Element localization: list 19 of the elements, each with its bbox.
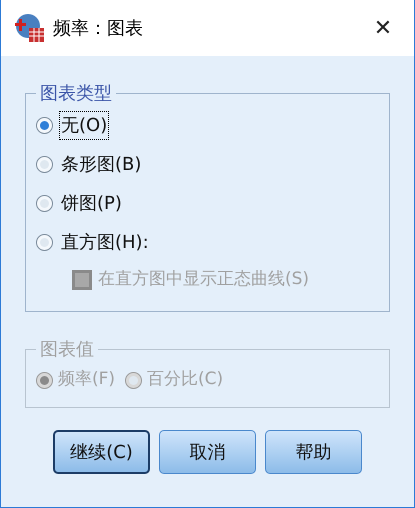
option-label: 频率(F) (58, 368, 116, 392)
group-title: 图表值 (39, 338, 95, 362)
dialog-button[interactable]: 继续(C) (53, 430, 150, 474)
group-title: 图表类型 (39, 82, 113, 106)
option-label: 饼图(P) (60, 192, 123, 216)
checkbox-label: 在直方图中显示正态曲线(S) (98, 268, 310, 292)
option-label: 条形图(B) (60, 152, 142, 176)
radio-button[interactable] (36, 156, 53, 172)
option-label: 直方图(H): (60, 230, 150, 254)
window-title: 频率：图表 (53, 16, 144, 40)
dialog-button[interactable]: 取消 (159, 430, 256, 474)
dialog-button[interactable]: 帮助 (265, 430, 362, 474)
option-label: 无(O) (59, 110, 110, 140)
option-label: 百分比(C) (147, 368, 224, 392)
radio-button[interactable] (36, 194, 53, 212)
close-button[interactable]: ✕ (366, 11, 400, 45)
app-icon (15, 13, 45, 43)
radio-button[interactable] (36, 234, 53, 250)
radio-button[interactable] (36, 116, 53, 134)
